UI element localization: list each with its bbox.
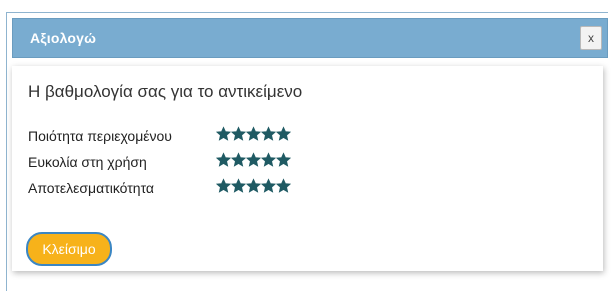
panel-heading: Η βαθμολογία σας για το αντικείμενο (28, 82, 303, 101)
star-icon (246, 152, 261, 168)
star-icon (231, 152, 246, 168)
star-icon (216, 126, 231, 142)
rating-label: Ποιότητα περιεχομένου (28, 128, 172, 144)
close-icon-button[interactable]: x (580, 26, 602, 50)
star-icon (261, 178, 276, 194)
star-rating (216, 178, 291, 196)
star-icon (261, 126, 276, 142)
close-button[interactable]: Κλείσιμο (26, 232, 112, 266)
star-icon (246, 178, 261, 194)
star-rating (216, 152, 291, 170)
rating-label: Ευκολία στη χρήση (28, 154, 147, 170)
star-icon (276, 178, 291, 194)
dialog-titlebar: Αξιολογώ x (12, 18, 608, 58)
star-icon (261, 152, 276, 168)
star-icon (276, 152, 291, 168)
dialog-title: Αξιολογώ (30, 30, 97, 46)
star-icon (231, 126, 246, 142)
star-icon (246, 126, 261, 142)
star-rating (216, 126, 291, 144)
rating-panel: Η βαθμολογία σας για το αντικείμενο Ποιό… (12, 66, 603, 271)
star-icon (276, 126, 291, 142)
star-icon (216, 178, 231, 194)
star-icon (231, 178, 246, 194)
rating-label: Αποτελεσματικότητα (28, 180, 154, 196)
star-icon (216, 152, 231, 168)
